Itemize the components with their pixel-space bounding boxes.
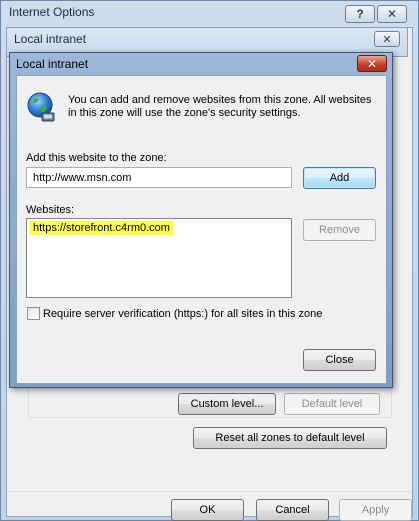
footer-separator: [7, 491, 412, 492]
help-button[interactable]: ?: [345, 5, 375, 23]
local-intranet-parent-title: Local intranet: [14, 32, 87, 46]
require-https-checkbox[interactable]: [27, 307, 40, 320]
local-intranet-parent-close-button[interactable]: ✕: [374, 31, 400, 47]
zone-info-text: You can add and remove websites from thi…: [68, 94, 372, 119]
reset-all-zones-button[interactable]: Reset all zones to default level: [193, 427, 387, 449]
remove-button[interactable]: Remove: [303, 219, 376, 241]
custom-level-button[interactable]: Custom level...: [178, 393, 276, 415]
add-button[interactable]: Add: [303, 167, 376, 189]
require-https-label[interactable]: Require server verification (https:) for…: [43, 308, 322, 320]
website-url-input[interactable]: [26, 167, 292, 188]
dialog-title: Local intranet: [16, 57, 89, 71]
apply-button[interactable]: Apply: [339, 499, 412, 521]
close-button[interactable]: Close: [303, 349, 376, 371]
internet-options-close-button[interactable]: ✕: [377, 5, 407, 23]
websites-label: Websites:: [26, 204, 75, 216]
dialog-close-button[interactable]: ✕: [357, 55, 387, 72]
add-website-label: Add this website to the zone:: [26, 152, 167, 164]
globe-network-icon: [25, 91, 57, 123]
cancel-button[interactable]: Cancel: [256, 499, 329, 521]
internet-options-title: Internet Options: [9, 5, 95, 19]
default-level-button[interactable]: Default level: [284, 393, 380, 415]
list-item[interactable]: https://storefront.c4rm0.com: [30, 221, 173, 235]
ok-button[interactable]: OK: [171, 499, 244, 521]
